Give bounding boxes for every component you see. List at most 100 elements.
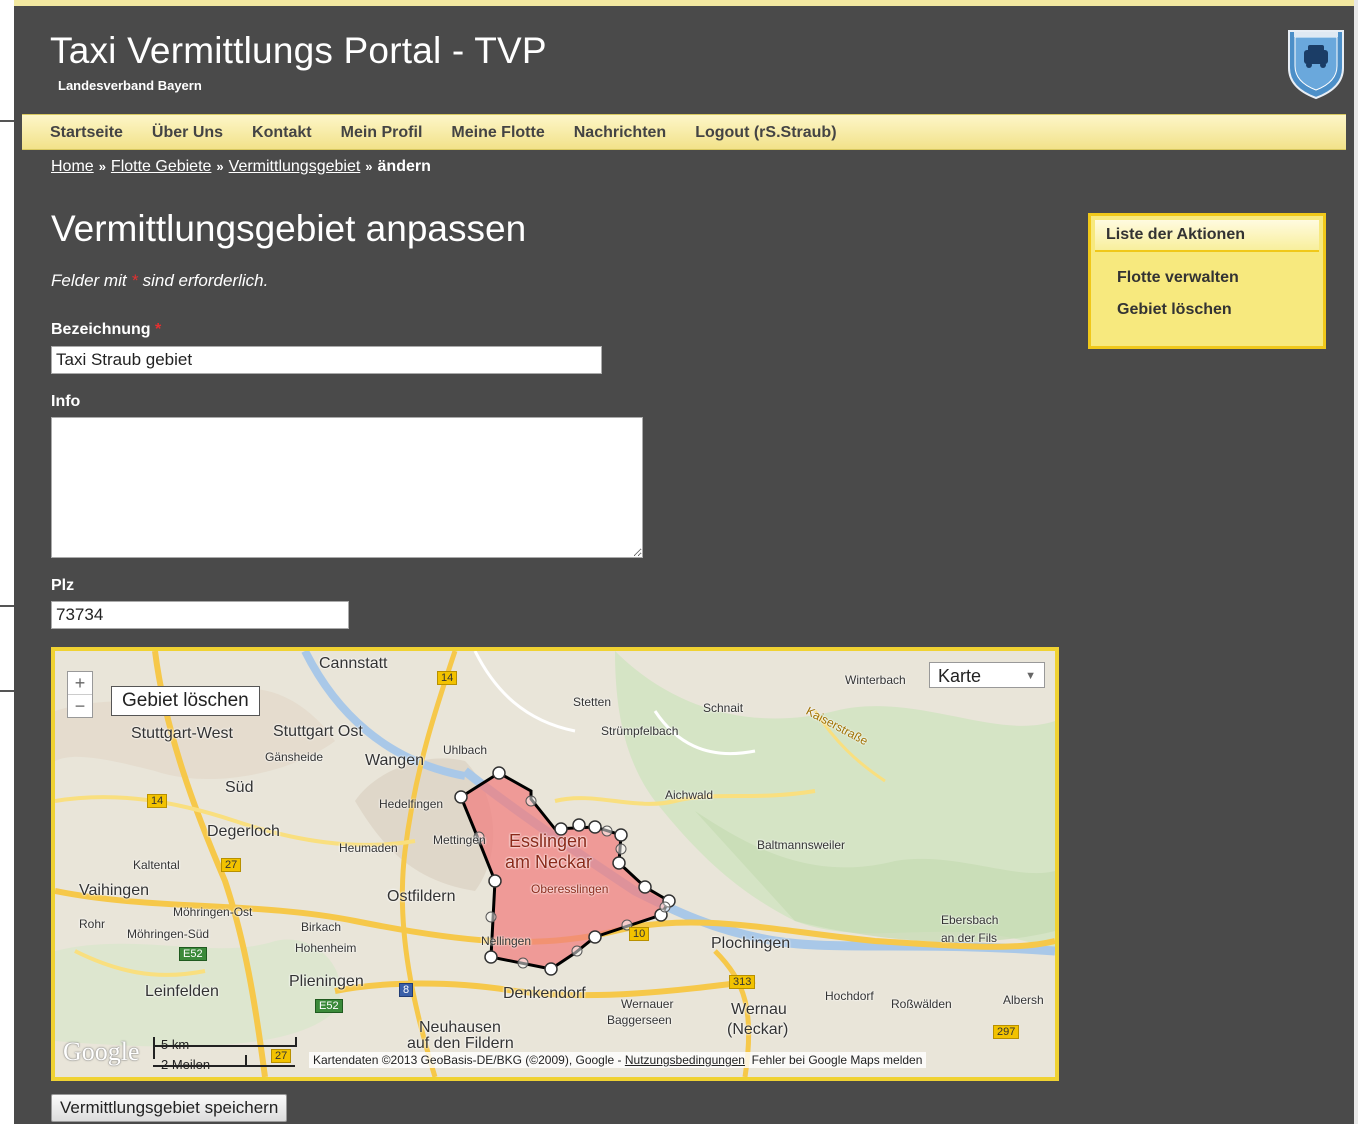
map-label-rosswaelden: Roßwälden xyxy=(891,997,952,1011)
breadcrumb-separator: » xyxy=(216,159,224,174)
menu-item-mein-profil[interactable]: Mein Profil xyxy=(341,115,423,151)
map-label-wernauer: Wernauer xyxy=(621,997,674,1011)
breadcrumb: Home » Flotte Gebiete » Vermittlungsgebiet » ä… xyxy=(51,158,431,176)
actions-sidebar: Liste der Aktionen Flotte verwalten Gebi… xyxy=(1088,213,1326,349)
required-fields-note: Felder mit * sind erforderlich. xyxy=(51,271,268,291)
scale-miles: 2 Meilen xyxy=(161,1057,211,1072)
map-label-ebersbach: Ebersbach xyxy=(941,913,999,927)
map-label-stuttgart-west: Stuttgart-West xyxy=(131,725,233,742)
map-label-moehringen-ost: Möhringen-Ost xyxy=(173,905,253,919)
map-label-heumaden: Heumaden xyxy=(339,841,398,855)
map-label-nellingen: Nellingen xyxy=(481,934,532,948)
map-label-leinfelden: Leinfelden xyxy=(145,983,219,1000)
map-label-schnait: Schnait xyxy=(703,701,744,715)
map-label-ostfildern: Ostfildern xyxy=(387,888,456,905)
chevron-down-icon: ▼ xyxy=(1025,670,1036,682)
road-badge: 14 xyxy=(147,794,168,808)
map-label-wangen: Wangen xyxy=(365,752,424,769)
info-textarea[interactable] xyxy=(51,417,643,558)
save-button[interactable]: Vermittlungsgebiet speichern xyxy=(51,1094,288,1122)
map-label-baggerseen: Baggerseen xyxy=(607,1013,672,1027)
map-label-birkach: Birkach xyxy=(301,920,342,934)
menu-item-kontakt[interactable]: Kontakt xyxy=(252,115,312,151)
map-label-vaihingen: Vaihingen xyxy=(79,882,149,899)
zoom-out-button[interactable]: − xyxy=(68,694,92,717)
map-widget[interactable]: Cannstatt Stuttgart-West Stuttgart Ost G… xyxy=(51,647,1059,1081)
map-label-wernau-neckar: (Neckar) xyxy=(727,1021,789,1038)
map-label-moehringen-sued: Möhringen-Süd xyxy=(127,927,210,941)
page-title: Vermittlungsgebiet anpassen xyxy=(51,208,527,249)
map-label-kaltental: Kaltental xyxy=(133,858,180,872)
menu-item-nachrichten[interactable]: Nachrichten xyxy=(574,115,666,151)
scale-km: 5 km xyxy=(161,1037,190,1052)
required-note-suffix: sind erforderlich. xyxy=(137,271,269,290)
breadcrumb-separator: » xyxy=(365,159,373,174)
map-label-degerloch: Degerloch xyxy=(207,823,280,840)
map-label-rohr: Rohr xyxy=(79,917,106,931)
site-subtitle: Landesverband Bayern xyxy=(58,78,202,93)
sidebar-title: Liste der Aktionen xyxy=(1095,220,1319,252)
road-badge: 10 xyxy=(629,927,650,941)
map-scale: 5 km 2 Meilen xyxy=(155,1037,297,1073)
map-label-stuttgart-ost: Stuttgart Ost xyxy=(273,723,363,740)
zoom-in-button[interactable]: + xyxy=(68,672,92,694)
map-label-uhlbach: Uhlbach xyxy=(443,743,488,757)
map-label-albersh: Albersh xyxy=(1003,993,1044,1007)
map-label-denkendorf: Denkendorf xyxy=(503,985,586,1002)
plz-input[interactable] xyxy=(51,601,349,629)
plz-label: Plz xyxy=(51,577,75,594)
map-label-am-neckar: am Neckar xyxy=(505,852,593,872)
background-window xyxy=(0,0,14,1124)
required-note-prefix: Felder mit xyxy=(51,271,132,290)
page-container: Taxi Vermittlungs Portal - TVP Landesver… xyxy=(14,0,1358,1124)
attribution-text: Kartendaten ©2013 GeoBasis-DE/BKG (©2009… xyxy=(313,1053,615,1067)
main-menu: Startseite Über Uns Kontakt Mein Profil … xyxy=(22,114,1346,150)
map-label-baltmannsweiler: Baltmannsweiler xyxy=(757,838,846,852)
bezeichnung-label: Bezeichnung * xyxy=(51,321,161,339)
report-error-link[interactable]: Fehler bei Google Maps melden xyxy=(752,1053,923,1067)
map-type-value: Karte xyxy=(938,666,982,686)
map-label-an-der-fils: an der Fils xyxy=(941,931,998,945)
road-badge: 14 xyxy=(437,671,458,685)
taxi-shield-logo xyxy=(1286,28,1346,100)
menu-item-startseite[interactable]: Startseite xyxy=(50,115,123,151)
site-header: Taxi Vermittlungs Portal - TVP Landesver… xyxy=(22,6,1346,112)
breadcrumb-current: ändern xyxy=(377,158,431,175)
required-star: * xyxy=(131,271,138,290)
bezeichnung-label-text: Bezeichnung xyxy=(51,321,151,338)
map-label-plieningen: Plieningen xyxy=(289,973,364,990)
map-zoom-control: + − xyxy=(67,671,93,718)
map-label-wernau: Wernau xyxy=(731,1001,787,1018)
menu-item-logout[interactable]: Logout (rS.Straub) xyxy=(695,115,836,151)
map-label-winterbach: Winterbach xyxy=(845,673,906,687)
breadcrumb-separator: » xyxy=(98,159,106,174)
road-badge: E52 xyxy=(315,999,343,1013)
map-label-plochingen: Plochingen xyxy=(711,935,791,952)
action-flotte-verwalten[interactable]: Flotte verwalten xyxy=(1117,262,1323,294)
map-label-struempfelbach: Strümpfelbach xyxy=(601,724,679,738)
map-label-hedelfingen: Hedelfingen xyxy=(379,797,444,811)
road-badge: 8 xyxy=(399,983,414,997)
map-label-hohenheim: Hohenheim xyxy=(295,941,357,955)
required-star: * xyxy=(155,321,162,338)
map-delete-area-button[interactable]: Gebiet löschen xyxy=(111,686,260,716)
road-badge: 313 xyxy=(729,975,756,989)
map-label-cannstatt: Cannstatt xyxy=(319,655,388,672)
action-gebiet-loeschen[interactable]: Gebiet löschen xyxy=(1117,294,1323,326)
terms-link[interactable]: Nutzungsbedingungen xyxy=(625,1053,745,1067)
google-logo[interactable]: Google xyxy=(63,1037,140,1067)
site-title: Taxi Vermittlungs Portal - TVP xyxy=(50,30,547,71)
breadcrumb-vermittlungsgebiet[interactable]: Vermittlungsgebiet xyxy=(229,158,361,175)
info-label: Info xyxy=(51,393,81,410)
map-attribution: Kartendaten ©2013 GeoBasis-DE/BKG (©2009… xyxy=(309,1052,927,1068)
road-badge: 297 xyxy=(993,1025,1020,1039)
map-type-dropdown[interactable]: Karte ▼ xyxy=(929,662,1045,688)
map-label-aichwald: Aichwald xyxy=(665,788,714,802)
menu-item-ueber-uns[interactable]: Über Uns xyxy=(152,115,223,151)
breadcrumb-flotte-gebiete[interactable]: Flotte Gebiete xyxy=(111,158,212,175)
map-label-oberesslingen: Oberesslingen xyxy=(531,882,609,896)
bezeichnung-input[interactable] xyxy=(51,346,602,374)
map-label-esslingen: Esslingen xyxy=(509,831,588,851)
breadcrumb-home[interactable]: Home xyxy=(51,158,94,175)
menu-item-meine-flotte[interactable]: Meine Flotte xyxy=(451,115,544,151)
